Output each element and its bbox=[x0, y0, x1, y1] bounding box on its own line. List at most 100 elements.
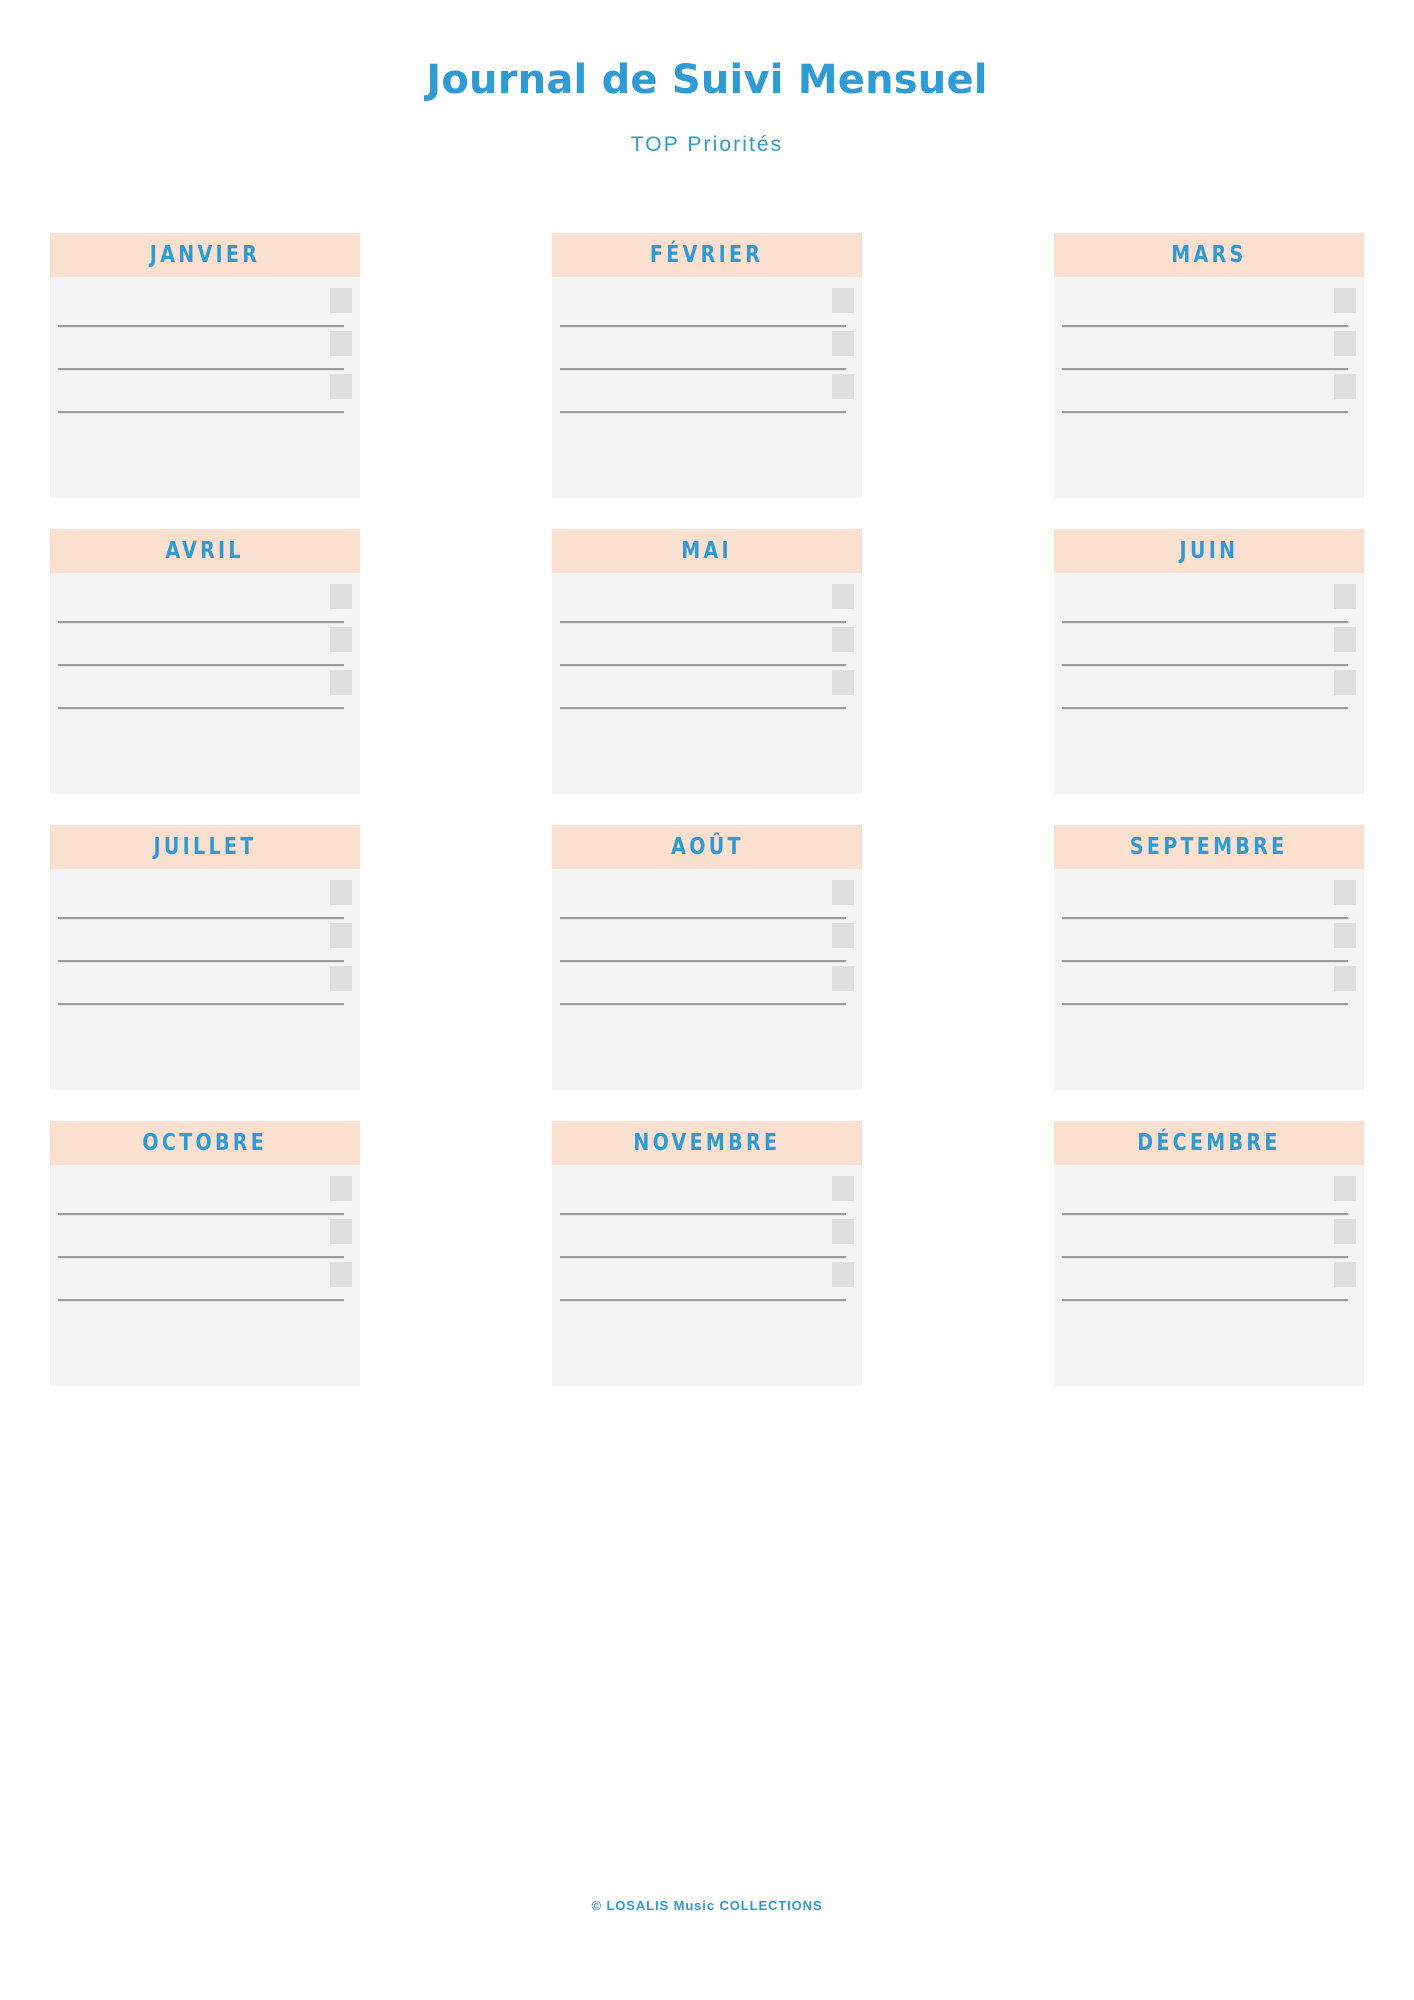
priority-row[interactable] bbox=[58, 581, 352, 624]
checkbox-icon[interactable] bbox=[832, 1262, 854, 1287]
priority-row[interactable] bbox=[560, 624, 854, 667]
priority-row[interactable] bbox=[1062, 285, 1356, 328]
checkbox-icon[interactable] bbox=[832, 331, 854, 356]
checkbox-icon[interactable] bbox=[1334, 1219, 1356, 1244]
checkbox-icon[interactable] bbox=[832, 670, 854, 695]
write-in-line[interactable] bbox=[58, 411, 344, 414]
month-priority-list bbox=[1054, 277, 1364, 498]
checkbox-icon[interactable] bbox=[330, 880, 352, 905]
month-priority-list bbox=[552, 573, 862, 794]
month-name-label: JANVIER bbox=[149, 242, 261, 268]
priority-row[interactable] bbox=[58, 624, 352, 667]
checkbox-icon[interactable] bbox=[330, 670, 352, 695]
checkbox-icon[interactable] bbox=[1334, 584, 1356, 609]
priority-row[interactable] bbox=[58, 1216, 352, 1259]
checkbox-icon[interactable] bbox=[832, 1176, 854, 1201]
checkbox-icon[interactable] bbox=[832, 1219, 854, 1244]
checkbox-icon[interactable] bbox=[1334, 374, 1356, 399]
write-in-line[interactable] bbox=[560, 707, 846, 710]
priority-row[interactable] bbox=[1062, 963, 1356, 1006]
priority-row[interactable] bbox=[1062, 1173, 1356, 1216]
priority-row[interactable] bbox=[560, 328, 854, 371]
checkbox-icon[interactable] bbox=[832, 374, 854, 399]
checkbox-icon[interactable] bbox=[1334, 1262, 1356, 1287]
checkbox-icon[interactable] bbox=[832, 880, 854, 905]
priority-row[interactable] bbox=[560, 581, 854, 624]
checkbox-icon[interactable] bbox=[1334, 1176, 1356, 1201]
write-in-line[interactable] bbox=[1062, 411, 1348, 414]
priority-row[interactable] bbox=[58, 667, 352, 710]
month-card: NOVEMBRE bbox=[552, 1121, 862, 1386]
checkbox-icon[interactable] bbox=[330, 288, 352, 313]
write-in-line[interactable] bbox=[1062, 1003, 1348, 1006]
checkbox-icon[interactable] bbox=[1334, 331, 1356, 356]
priority-row[interactable] bbox=[58, 1173, 352, 1216]
priority-row[interactable] bbox=[58, 1259, 352, 1302]
priority-row[interactable] bbox=[1062, 624, 1356, 667]
write-in-line[interactable] bbox=[58, 707, 344, 710]
checkbox-icon[interactable] bbox=[330, 331, 352, 356]
write-in-line[interactable] bbox=[560, 411, 846, 414]
checkbox-icon[interactable] bbox=[832, 966, 854, 991]
checkbox-icon[interactable] bbox=[330, 966, 352, 991]
checkbox-icon[interactable] bbox=[1334, 627, 1356, 652]
write-in-line[interactable] bbox=[1062, 707, 1348, 710]
month-header: FÉVRIER bbox=[552, 233, 862, 277]
priority-row[interactable] bbox=[1062, 581, 1356, 624]
checkbox-icon[interactable] bbox=[832, 923, 854, 948]
priority-row[interactable] bbox=[1062, 920, 1356, 963]
priority-row[interactable] bbox=[560, 877, 854, 920]
checkbox-icon[interactable] bbox=[1334, 880, 1356, 905]
priority-row[interactable] bbox=[58, 285, 352, 328]
priority-row[interactable] bbox=[58, 877, 352, 920]
page-title: Journal de Suivi Mensuel bbox=[426, 57, 988, 103]
priority-row[interactable] bbox=[58, 371, 352, 414]
checkbox-icon[interactable] bbox=[330, 627, 352, 652]
priority-row[interactable] bbox=[560, 371, 854, 414]
priority-row[interactable] bbox=[1062, 328, 1356, 371]
month-priority-list bbox=[1054, 573, 1364, 794]
priority-row[interactable] bbox=[560, 1173, 854, 1216]
checkbox-icon[interactable] bbox=[832, 288, 854, 313]
priority-row[interactable] bbox=[560, 667, 854, 710]
checkbox-icon[interactable] bbox=[330, 584, 352, 609]
month-card: AOÛT bbox=[552, 825, 862, 1090]
checkbox-icon[interactable] bbox=[1334, 670, 1356, 695]
month-card: AVRIL bbox=[50, 529, 360, 794]
checkbox-icon[interactable] bbox=[330, 1176, 352, 1201]
checkbox-icon[interactable] bbox=[330, 923, 352, 948]
priority-row[interactable] bbox=[560, 920, 854, 963]
checkbox-icon[interactable] bbox=[1334, 288, 1356, 313]
priority-row[interactable] bbox=[1062, 1259, 1356, 1302]
write-in-line[interactable] bbox=[58, 1299, 344, 1302]
priority-row[interactable] bbox=[58, 328, 352, 371]
priority-row[interactable] bbox=[560, 285, 854, 328]
write-in-line[interactable] bbox=[560, 1299, 846, 1302]
page-header: Journal de Suivi Mensuel TOP Priorités bbox=[0, 0, 1414, 157]
checkbox-icon[interactable] bbox=[832, 584, 854, 609]
month-card: SEPTEMBRE bbox=[1054, 825, 1364, 1090]
month-card: JUIN bbox=[1054, 529, 1364, 794]
priority-row[interactable] bbox=[1062, 1216, 1356, 1259]
priority-row[interactable] bbox=[1062, 877, 1356, 920]
priority-row[interactable] bbox=[58, 920, 352, 963]
month-priority-list bbox=[50, 277, 360, 498]
priority-row[interactable] bbox=[560, 1259, 854, 1302]
write-in-line[interactable] bbox=[58, 1003, 344, 1006]
month-header: AVRIL bbox=[50, 529, 360, 573]
checkbox-icon[interactable] bbox=[1334, 923, 1356, 948]
priority-row[interactable] bbox=[58, 963, 352, 1006]
checkbox-icon[interactable] bbox=[832, 627, 854, 652]
checkbox-icon[interactable] bbox=[1334, 966, 1356, 991]
checkbox-icon[interactable] bbox=[330, 1219, 352, 1244]
checkbox-icon[interactable] bbox=[330, 1262, 352, 1287]
month-name-label: SEPTEMBRE bbox=[1130, 834, 1288, 860]
priority-row[interactable] bbox=[1062, 371, 1356, 414]
write-in-line[interactable] bbox=[560, 1003, 846, 1006]
checkbox-icon[interactable] bbox=[330, 374, 352, 399]
write-in-line[interactable] bbox=[1062, 1299, 1348, 1302]
page-subtitle: TOP Priorités bbox=[630, 133, 784, 156]
priority-row[interactable] bbox=[560, 1216, 854, 1259]
priority-row[interactable] bbox=[560, 963, 854, 1006]
priority-row[interactable] bbox=[1062, 667, 1356, 710]
